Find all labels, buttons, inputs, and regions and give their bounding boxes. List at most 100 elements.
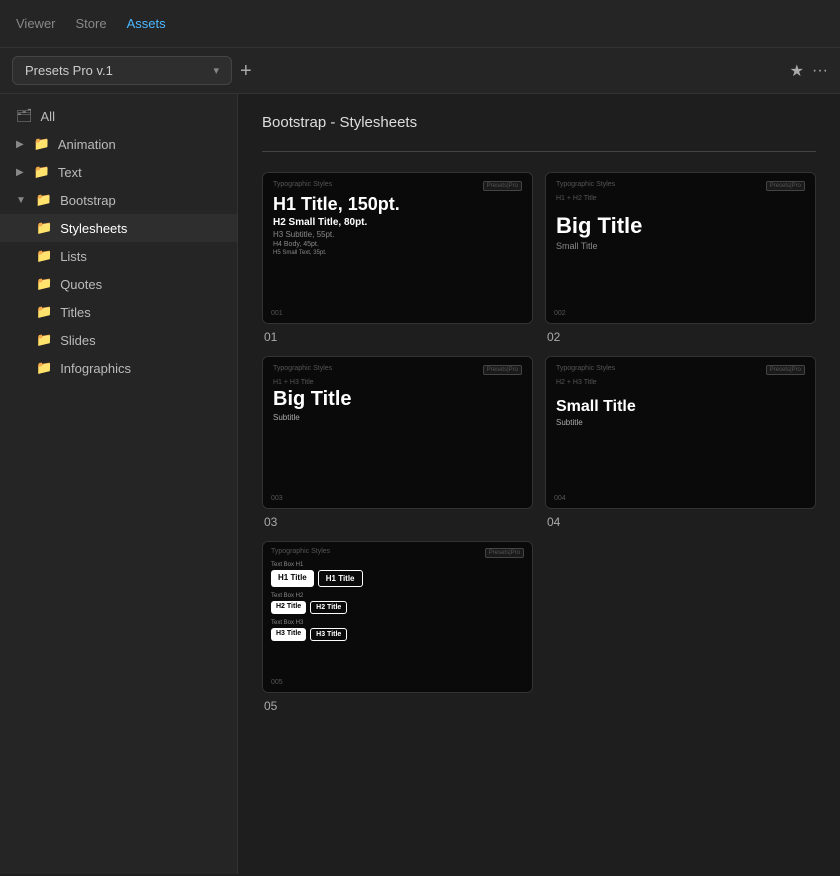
sidebar-item-slides-label: Slides [60, 333, 95, 348]
thumb-header-03: Typographic Styles Presets|Pro [273, 365, 522, 375]
sidebar-item-bootstrap[interactable]: ▼ 📁 Bootstrap [0, 186, 237, 214]
grid-item-label-03: 03 [262, 515, 533, 529]
sidebar-item-bootstrap-label: Bootstrap [60, 193, 116, 208]
grid-item-01[interactable]: Typographic Styles Presets|Pro H1 Title,… [262, 172, 533, 344]
thumb-badge-01: Presets|Pro [483, 181, 522, 191]
grid-item-02[interactable]: Typographic Styles Presets|Pro H1 + H2 T… [545, 172, 816, 344]
preset-row: Presets Pro v.1 ▾ + ★ ··· [0, 48, 840, 94]
thumb05-label2: Text Box H2 [271, 593, 524, 599]
sidebar-item-lists[interactable]: 📁 Lists [0, 242, 237, 270]
sidebar-item-all-label: All [41, 109, 55, 124]
grid: Typographic Styles Presets|Pro H1 Title,… [262, 172, 816, 529]
thumb-subtitle2-03: Subtitle [273, 413, 522, 422]
thumb05-label1: Text Box H1 [271, 562, 524, 568]
thumb05-boxes3: H3 Title H3 Title [271, 628, 524, 641]
sidebar-item-animation[interactable]: ▶ 📁 Animation [0, 130, 237, 158]
folder-icon: 📁 [36, 192, 52, 208]
sidebar-item-animation-label: Animation [58, 137, 116, 152]
thumb-badge-05: Presets|Pro [485, 548, 524, 558]
thumbnail-05: Typographic Styles Presets|Pro Text Box … [262, 541, 533, 693]
sidebar-item-titles[interactable]: 📁 Titles [0, 298, 237, 326]
tab-assets[interactable]: Assets [127, 12, 166, 35]
thumb05-label3: Text Box H3 [271, 620, 524, 626]
sidebar-item-text[interactable]: ▶ 📁 Text [0, 158, 237, 186]
sidebar-item-quotes[interactable]: 📁 Quotes [0, 270, 237, 298]
thumb-h5-01: H5 Small Text, 35pt. [273, 250, 522, 256]
grid-item-label-05: 05 [262, 699, 533, 713]
thumb-big-title-02: Big Title [556, 213, 805, 239]
grid-item-label-01: 01 [262, 330, 533, 344]
folder-icon: 📁 [34, 164, 50, 180]
preset-star-button[interactable]: ★ [790, 61, 804, 81]
top-bar: Viewer Store Assets [0, 0, 840, 48]
thumb-h1-label-02: H1 + H2 Title [556, 195, 805, 202]
thumb-big2-03: Big Title [273, 388, 522, 411]
thumb-tag-05: Typographic Styles [271, 548, 330, 555]
grid-item-05[interactable]: Typographic Styles Presets|Pro Text Box … [262, 541, 533, 713]
sidebar-item-infographics[interactable]: 📁 Infographics [0, 354, 237, 382]
thumb05-h1-outline: H1 Title [318, 570, 363, 587]
thumb05-boxes1: H1 Title H1 Title [271, 570, 524, 587]
thumb-num-03: 003 [271, 495, 283, 502]
thumbnail-02: Typographic Styles Presets|Pro H1 + H2 T… [545, 172, 816, 324]
sidebar-item-lists-label: Lists [60, 249, 87, 264]
preset-more-button[interactable]: ··· [812, 62, 828, 80]
thumb-content-01: Typographic Styles Presets|Pro H1 Title,… [263, 173, 532, 323]
thumb05-h3-white: H3 Title [271, 628, 306, 641]
thumb-num-05: 005 [271, 679, 283, 686]
thumb05-row3: Text Box H3 H3 Title H3 Title [271, 620, 524, 641]
chevron-right-icon: ▶ [16, 167, 24, 178]
top-bar-tabs: Viewer Store Assets [16, 12, 166, 35]
thumb-tag-03: Typographic Styles [273, 365, 332, 372]
tab-store[interactable]: Store [76, 12, 107, 35]
thumb-small-title-02: Small Title [556, 241, 805, 251]
thumb-header-01: Typographic Styles Presets|Pro [273, 181, 522, 191]
content-title: Bootstrap - Stylesheets [262, 114, 816, 131]
thumb-h2-01: H2 Small Title, 80pt. [273, 217, 522, 228]
folder-icon: 🗂 [16, 108, 33, 124]
folder-icon: 📁 [36, 276, 52, 292]
sidebar-item-all[interactable]: 🗂 All [0, 102, 237, 130]
preset-add-button[interactable]: + [240, 61, 252, 81]
thumb05-h2-white: H2 Title [271, 601, 306, 614]
grid-item-label-04: 04 [545, 515, 816, 529]
folder-icon: 📁 [36, 360, 52, 376]
content-area: Bootstrap - Stylesheets Typographic Styl… [238, 94, 840, 874]
sidebar-item-quotes-label: Quotes [60, 277, 102, 292]
thumb-header-02: Typographic Styles Presets|Pro [556, 181, 805, 191]
chevron-right-icon: ▶ [16, 139, 24, 150]
thumb-badge-04: Presets|Pro [766, 365, 805, 375]
thumb-num-01: 001 [271, 310, 283, 317]
thumb05-boxes2: H2 Title H2 Title [271, 601, 524, 614]
thumb05-row1: Text Box H1 H1 Title H1 Title [271, 562, 524, 587]
thumb-tag-01: Typographic Styles [273, 181, 332, 188]
main-layout: 🗂 All ▶ 📁 Animation ▶ 📁 Text ▼ 📁 Bootstr… [0, 94, 840, 874]
thumb-h2h3-label-04: H2 + H3 Title [556, 379, 805, 386]
thumb-content-02: Typographic Styles Presets|Pro H1 + H2 T… [546, 173, 815, 323]
thumb-tag-02: Typographic Styles [556, 181, 615, 188]
tab-viewer[interactable]: Viewer [16, 12, 56, 35]
sidebar-item-stylesheets[interactable]: 📁 Stylesheets [0, 214, 237, 242]
thumb-num-02: 002 [554, 310, 566, 317]
preset-dropdown-label: Presets Pro v.1 [25, 63, 113, 78]
thumb-header-04: Typographic Styles Presets|Pro [556, 365, 805, 375]
thumbnail-01: Typographic Styles Presets|Pro H1 Title,… [262, 172, 533, 324]
grid-item-03[interactable]: Typographic Styles Presets|Pro H1 + H3 T… [262, 356, 533, 528]
thumb-small-title2-04: Small Title [556, 398, 805, 416]
sidebar-item-slides[interactable]: 📁 Slides [0, 326, 237, 354]
sidebar: 🗂 All ▶ 📁 Animation ▶ 📁 Text ▼ 📁 Bootstr… [0, 94, 238, 874]
sidebar-item-infographics-label: Infographics [60, 361, 131, 376]
folder-icon: 📁 [36, 248, 52, 264]
thumb-badge-02: Presets|Pro [766, 181, 805, 191]
folder-icon: 📁 [34, 136, 50, 152]
thumb05-h1-white: H1 Title [271, 570, 314, 587]
thumb-content-05: Typographic Styles Presets|Pro Text Box … [263, 542, 532, 692]
thumb-header-05: Typographic Styles Presets|Pro [271, 548, 524, 558]
preset-dropdown[interactable]: Presets Pro v.1 ▾ [12, 56, 232, 85]
thumb-h3-01: H3 Subtitle, 55pt. [273, 230, 522, 239]
folder-icon: 📁 [36, 332, 52, 348]
thumb05-h3-outline: H3 Title [310, 628, 347, 641]
thumbnail-04: Typographic Styles Presets|Pro H2 + H3 T… [545, 356, 816, 508]
sidebar-item-text-label: Text [58, 165, 82, 180]
grid-item-04[interactable]: Typographic Styles Presets|Pro H2 + H3 T… [545, 356, 816, 528]
